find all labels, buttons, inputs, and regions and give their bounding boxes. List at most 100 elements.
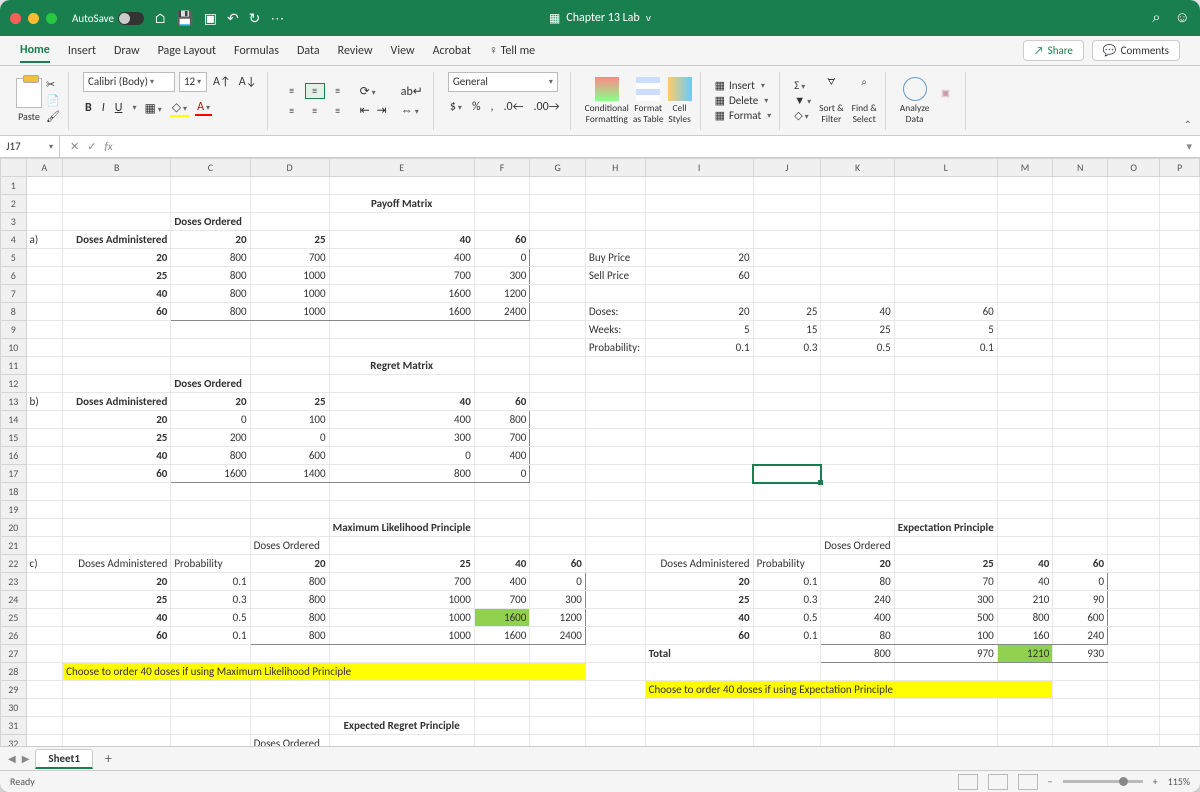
cell[interactable] [821,465,894,483]
cell[interactable]: 1000 [329,609,474,627]
cell[interactable] [894,411,997,429]
cell[interactable] [894,285,997,303]
cell[interactable] [821,393,894,411]
cell[interactable] [329,537,474,555]
cell[interactable] [997,339,1053,357]
cell[interactable] [1160,375,1200,393]
cell[interactable] [645,375,753,393]
row-header[interactable]: 11 [1,357,27,375]
cell[interactable] [26,411,63,429]
cell[interactable]: 100 [250,411,329,429]
cell[interactable] [585,213,645,231]
font-name-select[interactable]: Calibri (Body)▾ [83,72,175,92]
cell[interactable] [753,645,821,663]
insert-cells-button[interactable]: ▦ Insert ▾ [715,79,772,92]
cell[interactable]: Doses Ordered [171,213,250,231]
cell[interactable] [63,519,171,537]
cell[interactable] [821,231,894,249]
cell[interactable] [821,267,894,285]
cell[interactable] [753,501,821,519]
currency-icon[interactable]: $▾ [448,100,464,114]
cell[interactable] [171,519,250,537]
cell[interactable] [753,231,821,249]
cell[interactable] [821,735,894,747]
cell[interactable] [250,357,329,375]
cell[interactable]: 400 [474,573,530,591]
cell[interactable] [26,213,63,231]
cell[interactable] [530,429,586,447]
cell[interactable] [26,537,63,555]
row-header[interactable]: 19 [1,501,27,519]
cell[interactable] [585,555,645,573]
cell[interactable]: Probability [753,555,821,573]
cell[interactable] [997,429,1053,447]
sensitivity-button[interactable]: ▣ [933,88,957,114]
save-icon[interactable]: 💾 [176,10,193,27]
cell[interactable] [585,411,645,429]
cell[interactable] [26,249,63,267]
row-header[interactable]: 3 [1,213,27,231]
row-header[interactable]: 26 [1,627,27,645]
cell[interactable] [1160,411,1200,429]
cell[interactable]: 160 [997,627,1053,645]
cell[interactable] [26,699,63,717]
cell[interactable] [1053,285,1108,303]
cell[interactable] [1053,357,1108,375]
cell[interactable] [585,537,645,555]
cell[interactable]: 0.5 [821,339,894,357]
cell[interactable]: 20 [821,555,894,573]
cell[interactable] [997,303,1053,321]
border-button[interactable]: ▦▾ [142,101,163,116]
cell[interactable] [1108,483,1160,501]
cell[interactable] [474,717,530,735]
cell[interactable]: Sell Price [585,267,645,285]
row-header[interactable]: 30 [1,699,27,717]
cell[interactable]: Total [645,645,753,663]
cell[interactable] [474,537,530,555]
cell[interactable]: 300 [329,429,474,447]
cell[interactable]: 40 [63,285,171,303]
cell[interactable]: 800 [250,591,329,609]
cell[interactable] [1108,321,1160,339]
cell[interactable] [894,231,997,249]
cell[interactable]: 800 [997,609,1053,627]
cell[interactable]: 1200 [530,609,586,627]
cell[interactable]: 400 [821,609,894,627]
align-center-icon[interactable]: ≡ [305,103,325,119]
cell[interactable] [26,573,63,591]
cell[interactable] [171,339,250,357]
row-header[interactable]: 29 [1,681,27,699]
cell[interactable] [997,357,1053,375]
cell[interactable] [997,519,1053,537]
cell[interactable] [753,411,821,429]
cell[interactable]: 1600 [474,609,530,627]
cell[interactable] [753,663,821,681]
cell[interactable] [1160,501,1200,519]
col-header[interactable]: F [474,159,530,177]
col-header[interactable]: I [645,159,753,177]
cell[interactable] [585,591,645,609]
cell[interactable] [821,717,894,735]
cell[interactable] [171,681,250,699]
cell[interactable] [1108,645,1160,663]
cell[interactable] [1053,735,1108,747]
redo-icon[interactable]: ↻ [249,10,261,27]
paste-button[interactable]: Paste [16,78,42,123]
cell[interactable]: 0.3 [753,591,821,609]
more-icon[interactable]: ⋯ [270,10,284,27]
cell[interactable] [894,429,997,447]
cell[interactable] [1160,627,1200,645]
cell[interactable] [474,357,530,375]
cell[interactable]: 800 [250,609,329,627]
cell[interactable] [1108,519,1160,537]
cell[interactable] [474,519,530,537]
cell[interactable] [997,501,1053,519]
cell[interactable] [1053,177,1108,195]
cell[interactable]: 40 [63,447,171,465]
cell[interactable]: 300 [894,591,997,609]
cell[interactable]: Doses Administered [645,555,753,573]
cell[interactable]: Doses: [585,303,645,321]
cell[interactable] [1160,339,1200,357]
cell[interactable] [753,447,821,465]
row-header[interactable]: 13 [1,393,27,411]
